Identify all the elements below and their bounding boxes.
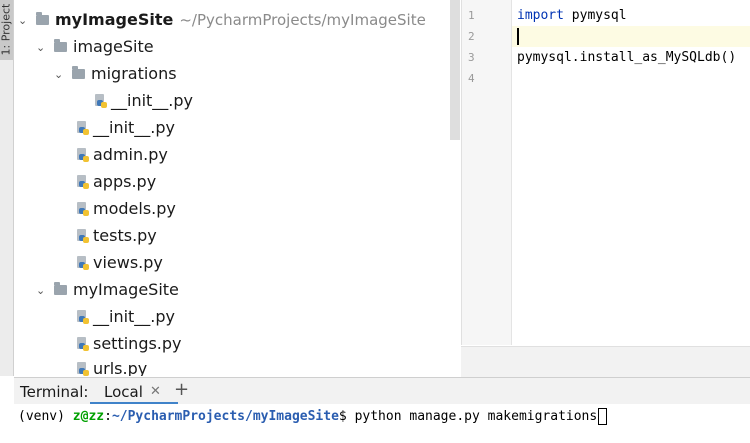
tree-folder-myimagesite[interactable]: ⌄ myImageSite bbox=[36, 276, 179, 303]
terminal-command: python manage.py makemigrations bbox=[354, 409, 598, 424]
tree-item-label: apps.py bbox=[93, 172, 157, 191]
tree-file[interactable]: views.py bbox=[76, 249, 163, 276]
code-text: pymysql bbox=[563, 8, 627, 23]
code-editor[interactable]: 1 2 3 4 import pymysql pymysql.install_a… bbox=[461, 0, 750, 345]
python-file-icon bbox=[76, 120, 89, 135]
terminal-cursor bbox=[598, 408, 608, 425]
tree-file[interactable]: models.py bbox=[76, 195, 176, 222]
tab-local[interactable]: Local ✕ bbox=[90, 378, 178, 405]
python-file-icon bbox=[76, 361, 89, 376]
project-tool-tab-label: 1: Project bbox=[0, 3, 13, 56]
terminal-output[interactable]: (venv) z@zz:~/PycharmProjects/myImageSit… bbox=[14, 404, 750, 443]
tree-file[interactable]: __init__.py bbox=[94, 87, 193, 114]
tree-item-label: views.py bbox=[93, 253, 163, 272]
project-tree[interactable]: ⌄ myImageSite ~/PycharmProjects/myImageSit… bbox=[14, 0, 460, 376]
text-caret bbox=[517, 28, 519, 45]
tree-item-label: migrations bbox=[91, 64, 177, 83]
tree-item-label: __init__.py bbox=[111, 91, 194, 110]
tree-file[interactable]: __init__.py bbox=[76, 303, 175, 330]
prompt-symbol: $ bbox=[338, 409, 355, 424]
editor-bottom-area bbox=[461, 346, 750, 377]
folder-icon bbox=[54, 38, 67, 52]
code-line-3[interactable]: pymysql.install_as_MySQLdb() bbox=[517, 47, 736, 68]
tree-root[interactable]: ⌄ myImageSite ~/PycharmProjects/myImageSit… bbox=[18, 6, 426, 33]
tree-item-label: imageSite bbox=[73, 37, 154, 56]
tree-file[interactable]: apps.py bbox=[76, 168, 156, 195]
tree-file[interactable]: admin.py bbox=[76, 141, 168, 168]
tree-file[interactable]: tests.py bbox=[76, 222, 157, 249]
folder-icon bbox=[72, 65, 85, 79]
tree-file[interactable]: urls.py bbox=[76, 355, 147, 376]
chevron-down-icon[interactable]: ⌄ bbox=[18, 7, 30, 34]
python-file-icon bbox=[76, 309, 89, 324]
terminal-tab-bar: Terminal: Local ✕ + bbox=[14, 377, 750, 405]
chevron-down-icon[interactable]: ⌄ bbox=[36, 34, 48, 61]
python-file-icon bbox=[94, 93, 107, 108]
python-file-icon bbox=[76, 147, 89, 162]
current-line-highlight bbox=[512, 26, 750, 47]
tree-item-label: urls.py bbox=[93, 359, 148, 376]
close-icon[interactable]: ✕ bbox=[150, 384, 161, 399]
project-tool-tab[interactable]: 1: Project bbox=[0, 0, 13, 60]
python-file-icon bbox=[76, 255, 89, 270]
prompt-separator: : bbox=[104, 409, 112, 424]
keyword-import: import bbox=[517, 8, 564, 23]
line-number: 3 bbox=[468, 51, 475, 64]
prompt-path: ~/PycharmProjects/myImageSite bbox=[111, 409, 339, 424]
line-number: 1 bbox=[468, 9, 475, 22]
tool-window-strip: 1: Project bbox=[0, 0, 14, 376]
prompt-user: z@zz bbox=[72, 409, 105, 424]
tree-folder-imagesite[interactable]: ⌄ imageSite bbox=[36, 33, 154, 60]
prompt-line[interactable]: (venv) z@zz:~/PycharmProjects/myImageSit… bbox=[18, 408, 608, 425]
line-gutter: 1 2 3 4 bbox=[462, 0, 512, 345]
line-number: 4 bbox=[468, 72, 475, 85]
tree-root-name: myImageSite bbox=[55, 10, 174, 29]
plus-icon[interactable]: + bbox=[174, 379, 189, 400]
python-file-icon bbox=[76, 336, 89, 351]
tree-item-label: settings.py bbox=[93, 334, 182, 353]
python-file-icon bbox=[76, 201, 89, 216]
tree-item-label: admin.py bbox=[93, 145, 168, 164]
tree-file[interactable]: __init__.py bbox=[76, 114, 175, 141]
tree-item-label: models.py bbox=[93, 199, 176, 218]
python-file-icon bbox=[76, 174, 89, 189]
tree-item-label: tests.py bbox=[93, 226, 157, 245]
line-number: 2 bbox=[468, 30, 475, 43]
tree-file[interactable]: settings.py bbox=[76, 330, 182, 357]
chevron-down-icon[interactable]: ⌄ bbox=[36, 277, 48, 304]
tree-scrollbar[interactable] bbox=[450, 0, 460, 140]
tab-local-label: Local bbox=[104, 383, 143, 401]
code-line-1[interactable]: import pymysql bbox=[517, 5, 627, 26]
tree-folder-migrations[interactable]: ⌄ migrations bbox=[54, 60, 177, 87]
terminal-title: Terminal: bbox=[20, 383, 89, 401]
tree-root-path: ~/PycharmProjects/myImageSite bbox=[179, 11, 426, 29]
python-file-icon bbox=[76, 228, 89, 243]
folder-icon bbox=[54, 281, 67, 295]
prompt-env: (venv) bbox=[18, 409, 73, 424]
tree-item-label: __init__.py bbox=[93, 118, 176, 137]
tree-item-label: myImageSite bbox=[73, 280, 179, 299]
folder-icon bbox=[36, 11, 49, 25]
chevron-down-icon[interactable]: ⌄ bbox=[54, 61, 66, 88]
tree-item-label: __init__.py bbox=[93, 307, 176, 326]
